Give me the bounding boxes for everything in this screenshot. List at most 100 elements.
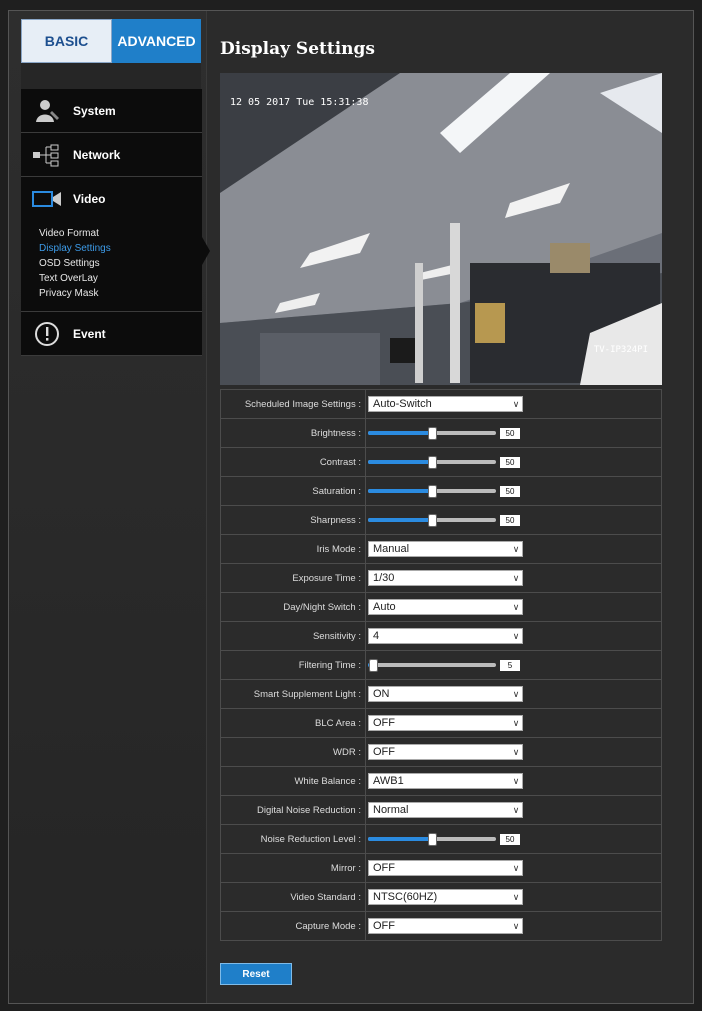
setting-row: Noise Reduction Level : 50 xyxy=(220,824,662,854)
dropdown-value: 1/30 xyxy=(373,572,395,584)
setting-row: Filtering Time : 5 xyxy=(220,650,662,680)
dropdown-value: ON xyxy=(373,688,390,700)
submenu-privacy-mask[interactable]: Privacy Mask xyxy=(39,286,202,301)
setting-row: Smart Supplement Light : ON ∨ xyxy=(220,679,662,709)
setting-dropdown[interactable]: Auto ∨ xyxy=(368,599,523,615)
slider-value: 50 xyxy=(500,427,520,439)
slider-handle[interactable] xyxy=(428,456,437,469)
slider-track[interactable] xyxy=(368,456,496,469)
submenu-display-settings[interactable]: Display Settings xyxy=(39,241,202,256)
setting-slider: 50 xyxy=(368,427,661,440)
camera-feed-image xyxy=(220,73,662,385)
setting-slider: 50 xyxy=(368,485,661,498)
selection-pointer xyxy=(202,237,210,265)
slider-handle[interactable] xyxy=(428,485,437,498)
setting-row: Exposure Time : 1/30 ∨ xyxy=(220,563,662,593)
slider-track[interactable] xyxy=(368,427,496,440)
setting-dropdown[interactable]: Manual ∨ xyxy=(368,541,523,557)
alert-icon xyxy=(31,321,63,347)
slider-value: 50 xyxy=(500,456,520,468)
dropdown-value: Auto-Switch xyxy=(373,398,432,410)
slider-handle[interactable] xyxy=(428,833,437,846)
page-title: Display Settings xyxy=(220,39,376,59)
setting-row: Sensitivity :4 ∨ xyxy=(220,621,662,651)
chevron-down-icon: ∨ xyxy=(512,601,520,612)
network-icon xyxy=(31,142,63,168)
chevron-down-icon: ∨ xyxy=(512,572,520,583)
slider-fill xyxy=(368,460,432,464)
mode-tabs: BASIC ADVANCED xyxy=(21,19,201,71)
setting-label: Iris Mode : xyxy=(220,534,366,564)
sidebar-item-event[interactable]: Event xyxy=(21,312,202,356)
slider-fill xyxy=(368,837,432,841)
setting-slider: 5 xyxy=(368,659,661,672)
tab-advanced[interactable]: ADVANCED xyxy=(112,19,201,71)
sidebar-spacer xyxy=(21,63,201,89)
setting-dropdown[interactable]: OFF ∨ xyxy=(368,860,523,876)
live-preview: 12 05 2017 Tue 15:31:38 TV-IP324PI xyxy=(220,73,662,385)
setting-dropdown[interactable]: 4 ∨ xyxy=(368,628,523,644)
slider-handle[interactable] xyxy=(428,514,437,527)
setting-dropdown[interactable]: OFF ∨ xyxy=(368,744,523,760)
chevron-down-icon: ∨ xyxy=(512,746,520,757)
setting-dropdown[interactable]: OFF ∨ xyxy=(368,918,523,934)
setting-label: White Balance : xyxy=(220,766,366,796)
sidebar-item-label: Event xyxy=(73,326,106,341)
slider-track[interactable] xyxy=(368,514,496,527)
setting-label: Digital Noise Reduction : xyxy=(220,795,366,825)
setting-label: Noise Reduction Level : xyxy=(220,824,366,854)
video-submenu: Video Format Display Settings OSD Settin… xyxy=(21,220,202,312)
sidebar-item-network[interactable]: Network xyxy=(21,133,202,177)
setting-dropdown[interactable]: Normal ∨ xyxy=(368,802,523,818)
setting-dropdown[interactable]: AWB1 ∨ xyxy=(368,773,523,789)
slider-track[interactable] xyxy=(368,659,496,672)
dropdown-value: OFF xyxy=(373,862,395,874)
slider-fill xyxy=(368,431,432,435)
sidebar-item-label: System xyxy=(73,103,116,118)
dropdown-value: Manual xyxy=(373,543,410,555)
setting-label: Day/Night Switch : xyxy=(220,592,366,622)
setting-label: Sharpness : xyxy=(220,505,366,535)
setting-row: Contrast : 50 xyxy=(220,447,662,477)
chevron-down-icon: ∨ xyxy=(512,717,520,728)
submenu-video-format[interactable]: Video Format xyxy=(39,226,202,241)
slider-value: 5 xyxy=(500,659,520,671)
setting-row: Saturation : 50 xyxy=(220,476,662,506)
setting-dropdown[interactable]: 1/30 ∨ xyxy=(368,570,523,586)
chevron-down-icon: ∨ xyxy=(512,775,520,786)
chevron-down-icon: ∨ xyxy=(512,630,520,641)
submenu-text-overlay[interactable]: Text OverLay xyxy=(39,271,202,286)
tab-basic[interactable]: BASIC xyxy=(21,19,112,63)
submenu-osd-settings[interactable]: OSD Settings xyxy=(39,256,202,271)
slider-value: 50 xyxy=(500,514,520,526)
slider-track[interactable] xyxy=(368,485,496,498)
setting-value-cell: OFF ∨ xyxy=(365,911,662,941)
setting-value-cell: 50 xyxy=(365,824,662,854)
reset-button[interactable]: Reset xyxy=(220,963,292,985)
setting-row: BLC Area : OFF ∨ xyxy=(220,708,662,738)
settings-table: Scheduled Image Settings : Auto-Switch ∨ Br… xyxy=(220,389,662,941)
sidebar-item-video[interactable]: Video xyxy=(21,177,202,220)
setting-dropdown[interactable]: ON ∨ xyxy=(368,686,523,702)
setting-label: Video Standard : xyxy=(220,882,366,912)
setting-value-cell: 50 xyxy=(365,418,662,448)
setting-dropdown[interactable]: Auto-Switch ∨ xyxy=(368,396,523,412)
setting-dropdown[interactable]: OFF ∨ xyxy=(368,715,523,731)
setting-row: White Balance : AWB1 ∨ xyxy=(220,766,662,796)
sidebar-item-label: Network xyxy=(73,147,121,162)
setting-row: Capture Mode : OFF ∨ xyxy=(220,911,662,941)
setting-label: Sensitivity : xyxy=(220,621,366,651)
sidebar-menu: System Network Video Video Format Displa… xyxy=(21,89,210,356)
slider-fill xyxy=(368,489,432,493)
setting-dropdown[interactable]: NTSC(60HZ) ∨ xyxy=(368,889,523,905)
dropdown-value: Normal xyxy=(373,804,409,816)
slider-handle[interactable] xyxy=(428,427,437,440)
slider-handle[interactable] xyxy=(369,659,379,672)
setting-slider: 50 xyxy=(368,456,661,469)
sidebar-item-system[interactable]: System xyxy=(21,89,202,133)
setting-value-cell: OFF ∨ xyxy=(365,737,662,767)
slider-value: 50 xyxy=(500,833,520,845)
setting-value-cell: OFF ∨ xyxy=(365,708,662,738)
slider-track[interactable] xyxy=(368,833,496,846)
app-frame: BASIC ADVANCED System Network Video Vide… xyxy=(8,10,694,1004)
